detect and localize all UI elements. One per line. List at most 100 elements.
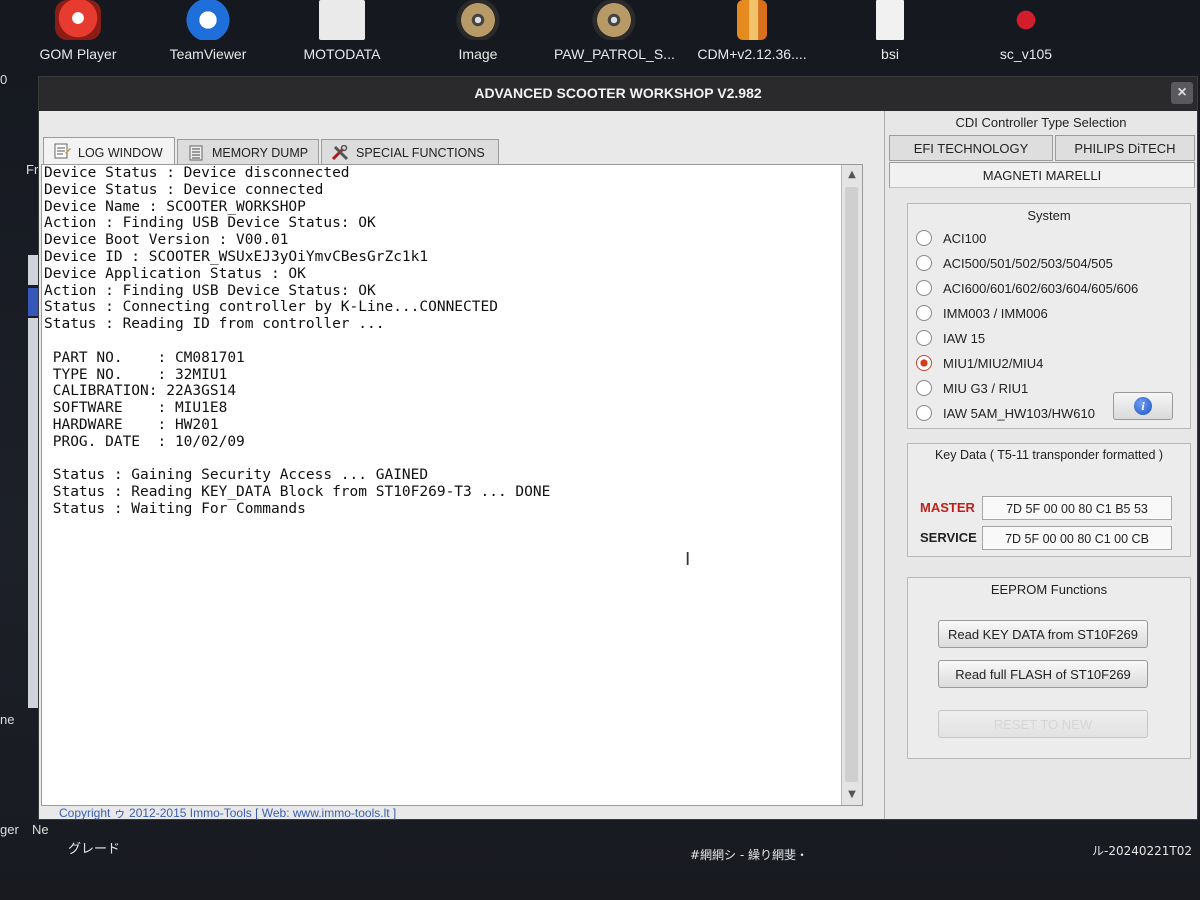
taskbar-text: #網網シ - 繰り網斐・ <box>690 848 809 862</box>
service-key-field[interactable]: 7D 5F 00 00 80 C1 00 CB <box>982 526 1172 550</box>
radio-label: ACI500/501/502/503/504/505 <box>943 256 1113 271</box>
document-file-icon <box>876 0 904 40</box>
close-button[interactable]: × <box>1171 82 1193 104</box>
app-window: ADVANCED SCOOTER WORKSHOP V2.982 × LOG W… <box>38 76 1198 820</box>
left-fragment: ne <box>0 712 15 727</box>
left-fragment: Ne <box>32 822 49 837</box>
radio-label: IMM003 / IMM006 <box>943 306 1048 321</box>
tab-magneti-marelli[interactable]: MAGNETI MARELLI <box>889 162 1195 188</box>
scroll-thumb[interactable] <box>845 187 858 782</box>
radio-label: ACI600/601/602/603/604/605/606 <box>943 281 1139 296</box>
desktop-icon-sc-v105[interactable]: sc_v105 <box>966 0 1086 62</box>
scroll-up-icon[interactable]: ▲ <box>842 165 862 185</box>
left-fragment: Fr <box>26 162 39 177</box>
desktop-icon-label: bsi <box>881 46 899 62</box>
log-line: SOFTWARE : MIU1E8 <box>44 400 228 417</box>
desktop-icon-label: GOM Player <box>39 46 117 62</box>
log-line: TYPE NO. : 32MIU1 <box>44 366 228 383</box>
tab-memory-dump[interactable]: MEMORY DUMP <box>177 139 319 165</box>
log-line: Status : Waiting For Commands <box>44 500 306 517</box>
log-icon <box>54 143 71 159</box>
radio-label: IAW 15 <box>943 331 986 346</box>
left-window-edge <box>28 288 38 316</box>
read-key-data-button[interactable]: Read KEY DATA from ST10F269 <box>938 620 1148 648</box>
reset-to-new-button: RESET TO NEW <box>938 710 1148 738</box>
left-fragment: 0 <box>0 72 8 87</box>
log-window[interactable]: Device Status : Device disconnected Devic… <box>41 164 863 806</box>
log-line: Status : Connecting controller by K-Line… <box>44 299 498 316</box>
log-line: Device Application Status : OK <box>44 265 306 282</box>
desktop-icon-paw-patrol[interactable]: PAW_PATROL_S... <box>554 0 674 62</box>
tab-philips-ditech[interactable]: PHILIPS DiTECH <box>1055 135 1195 161</box>
teamviewer-icon <box>185 0 231 40</box>
log-line: PART NO. : CM081701 <box>44 349 245 366</box>
log-line: PROG. DATE : 10/02/09 <box>44 433 245 450</box>
info-button[interactable]: i <box>1113 392 1173 420</box>
gom-player-icon <box>55 0 101 40</box>
desktop-icon-motodata[interactable]: MOTODATA <box>282 0 402 62</box>
text-cursor-icon: I <box>685 549 691 570</box>
tab-special-functions[interactable]: SPECIAL FUNCTIONS <box>321 139 499 165</box>
eeprom-group: EEPROM Functions Read KEY DATA from ST10… <box>907 577 1191 759</box>
taskbar-text: グレード <box>68 842 121 857</box>
controller-tabs: EFI TECHNOLOGY PHILIPS DiTECH MAGNETI MA… <box>887 135 1195 188</box>
info-icon: i <box>1134 397 1152 415</box>
log-line: Status : Reading KEY_DATA Block from ST1… <box>44 484 551 501</box>
disc-image-icon <box>455 0 501 40</box>
radio-label: ACI100 <box>943 231 987 246</box>
app-icon <box>1003 0 1049 40</box>
radio-button[interactable] <box>916 280 932 296</box>
system-group: System ACI100 ACI500/501/502/503/504/505… <box>907 203 1191 429</box>
window-titlebar[interactable]: ADVANCED SCOOTER WORKSHOP V2.982 × <box>39 77 1197 111</box>
log-line: Device Status : Device disconnected <box>44 165 350 181</box>
archive-folder-icon <box>737 0 767 40</box>
tab-efi-technology[interactable]: EFI TECHNOLOGY <box>889 135 1053 161</box>
left-window-edge <box>28 255 38 285</box>
log-line: Action : Finding USB Device Status: OK <box>44 282 376 299</box>
desktop-icon-label: MOTODATA <box>303 46 381 62</box>
log-line: HARDWARE : HW201 <box>44 416 219 433</box>
master-label: MASTER <box>920 500 975 515</box>
desktop-icon-label: PAW_PATROL_S... <box>554 46 674 62</box>
radio-label: MIU1/MIU2/MIU4 <box>943 356 1044 371</box>
radio-button[interactable] <box>916 230 932 246</box>
desktop-icon-cdm[interactable]: CDM+v2.12.36.... <box>692 0 812 62</box>
log-line: Status : Reading ID from controller ... <box>44 316 385 333</box>
panel-title: CDI Controller Type Selection <box>955 115 1127 130</box>
tab-log-window[interactable]: LOG WINDOW <box>43 137 175 165</box>
taskbar-text: ル-20240221T02 <box>1092 844 1193 858</box>
master-key-field[interactable]: 7D 5F 00 00 80 C1 B5 53 <box>982 496 1172 520</box>
tab-label: LOG WINDOW <box>78 146 163 160</box>
radio-label: IAW 5AM_HW103/HW610 <box>943 406 1095 421</box>
log-line: Device Name : SCOOTER_WORKSHOP <box>44 198 306 215</box>
log-line: Device ID : SCOOTER_WSUxEJ3yOiYmvCBesGrZ… <box>44 248 429 265</box>
radio-button[interactable] <box>916 330 932 346</box>
radio-button[interactable] <box>916 405 932 421</box>
disc-image-icon <box>591 0 637 40</box>
log-line: Device Boot Version : V00.01 <box>44 232 289 249</box>
log-line: Status : Gaining Security Access ... GAI… <box>44 467 429 484</box>
desktop-icon-teamviewer[interactable]: TeamViewer <box>148 0 268 62</box>
radio-button[interactable] <box>916 380 932 396</box>
desktop-icon-label: CDM+v2.12.36.... <box>697 46 807 62</box>
scroll-down-icon[interactable]: ▼ <box>842 785 862 805</box>
radio-button[interactable] <box>916 255 932 271</box>
log-line: CALIBRATION: 22A3GS14 <box>44 383 237 400</box>
desktop-icon-bsi[interactable]: bsi <box>830 0 950 62</box>
log-scrollbar[interactable]: ▲ ▼ <box>841 165 862 805</box>
service-label: SERVICE <box>920 530 977 545</box>
copyright-text: Copyright ゥ 2012-2015 Immo-Tools [ Web: … <box>59 806 397 820</box>
tools-icon <box>331 145 349 161</box>
read-full-flash-button[interactable]: Read full FLASH of ST10F269 <box>938 660 1148 688</box>
desktop-icon-gom-player[interactable]: GOM Player <box>18 0 138 62</box>
radio-button[interactable] <box>916 305 932 321</box>
group-title: Key Data ( T5-11 transponder formatted ) <box>934 448 1164 462</box>
radio-label: MIU G3 / RIU1 <box>943 381 1029 396</box>
radio-button-selected[interactable] <box>916 355 932 371</box>
group-title: EEPROM Functions <box>990 582 1108 597</box>
cdi-controller-panel: CDI Controller Type Selection EFI TECHNO… <box>884 111 1197 819</box>
desktop-icon-label: sc_v105 <box>999 46 1053 62</box>
key-data-group: Key Data ( T5-11 transponder formatted )… <box>907 443 1191 557</box>
desktop-icon-image[interactable]: Image <box>418 0 538 62</box>
